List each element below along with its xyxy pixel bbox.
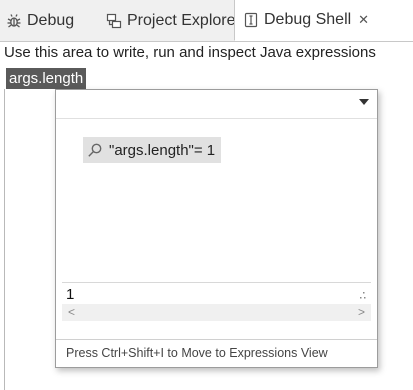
debug-shell-icon (243, 12, 259, 28)
tab-debug-shell[interactable]: Debug Shell ✕ (234, 0, 413, 41)
view-menu-dropdown-icon[interactable] (359, 99, 369, 105)
tab-debug-label: Debug (27, 11, 75, 29)
resize-grip-icon[interactable] (357, 288, 367, 299)
details-value: 1 (66, 286, 75, 303)
inspect-result-text: "args.length"= 1 (109, 141, 216, 159)
tab-project-explorer[interactable]: Project Explorer (106, 0, 241, 41)
tab-debug-shell-label: Debug Shell (264, 11, 352, 28)
view-tab-bar: Debug Project Explorer Debug Shell ✕ (0, 0, 413, 42)
footer-hint: Press Ctrl+Shift+I to Move to Expression… (66, 346, 328, 360)
editor-left-border (4, 89, 5, 390)
project-explorer-icon (106, 13, 122, 29)
inspect-result-row[interactable]: "args.length"= 1 (83, 137, 222, 163)
selected-expression[interactable]: args.length (6, 68, 87, 89)
tab-project-explorer-label: Project Explorer (127, 11, 241, 29)
inspect-popup: "args.length"= 1 1 < > Press Ctrl+Shift+… (55, 89, 378, 368)
scroll-right-icon[interactable]: > (358, 305, 365, 319)
scroll-left-icon[interactable]: < (68, 305, 75, 319)
popup-toolbar (56, 90, 377, 119)
magnifier-icon (87, 142, 103, 158)
footer-separator (56, 339, 377, 340)
horizontal-scrollbar[interactable]: < > (62, 304, 371, 321)
close-icon[interactable]: ✕ (358, 12, 369, 28)
shell-info-text: Use this area to write, run and inspect … (4, 44, 376, 61)
debug-bug-icon (6, 13, 22, 29)
tab-debug[interactable]: Debug (6, 0, 74, 41)
details-separator (62, 282, 371, 283)
